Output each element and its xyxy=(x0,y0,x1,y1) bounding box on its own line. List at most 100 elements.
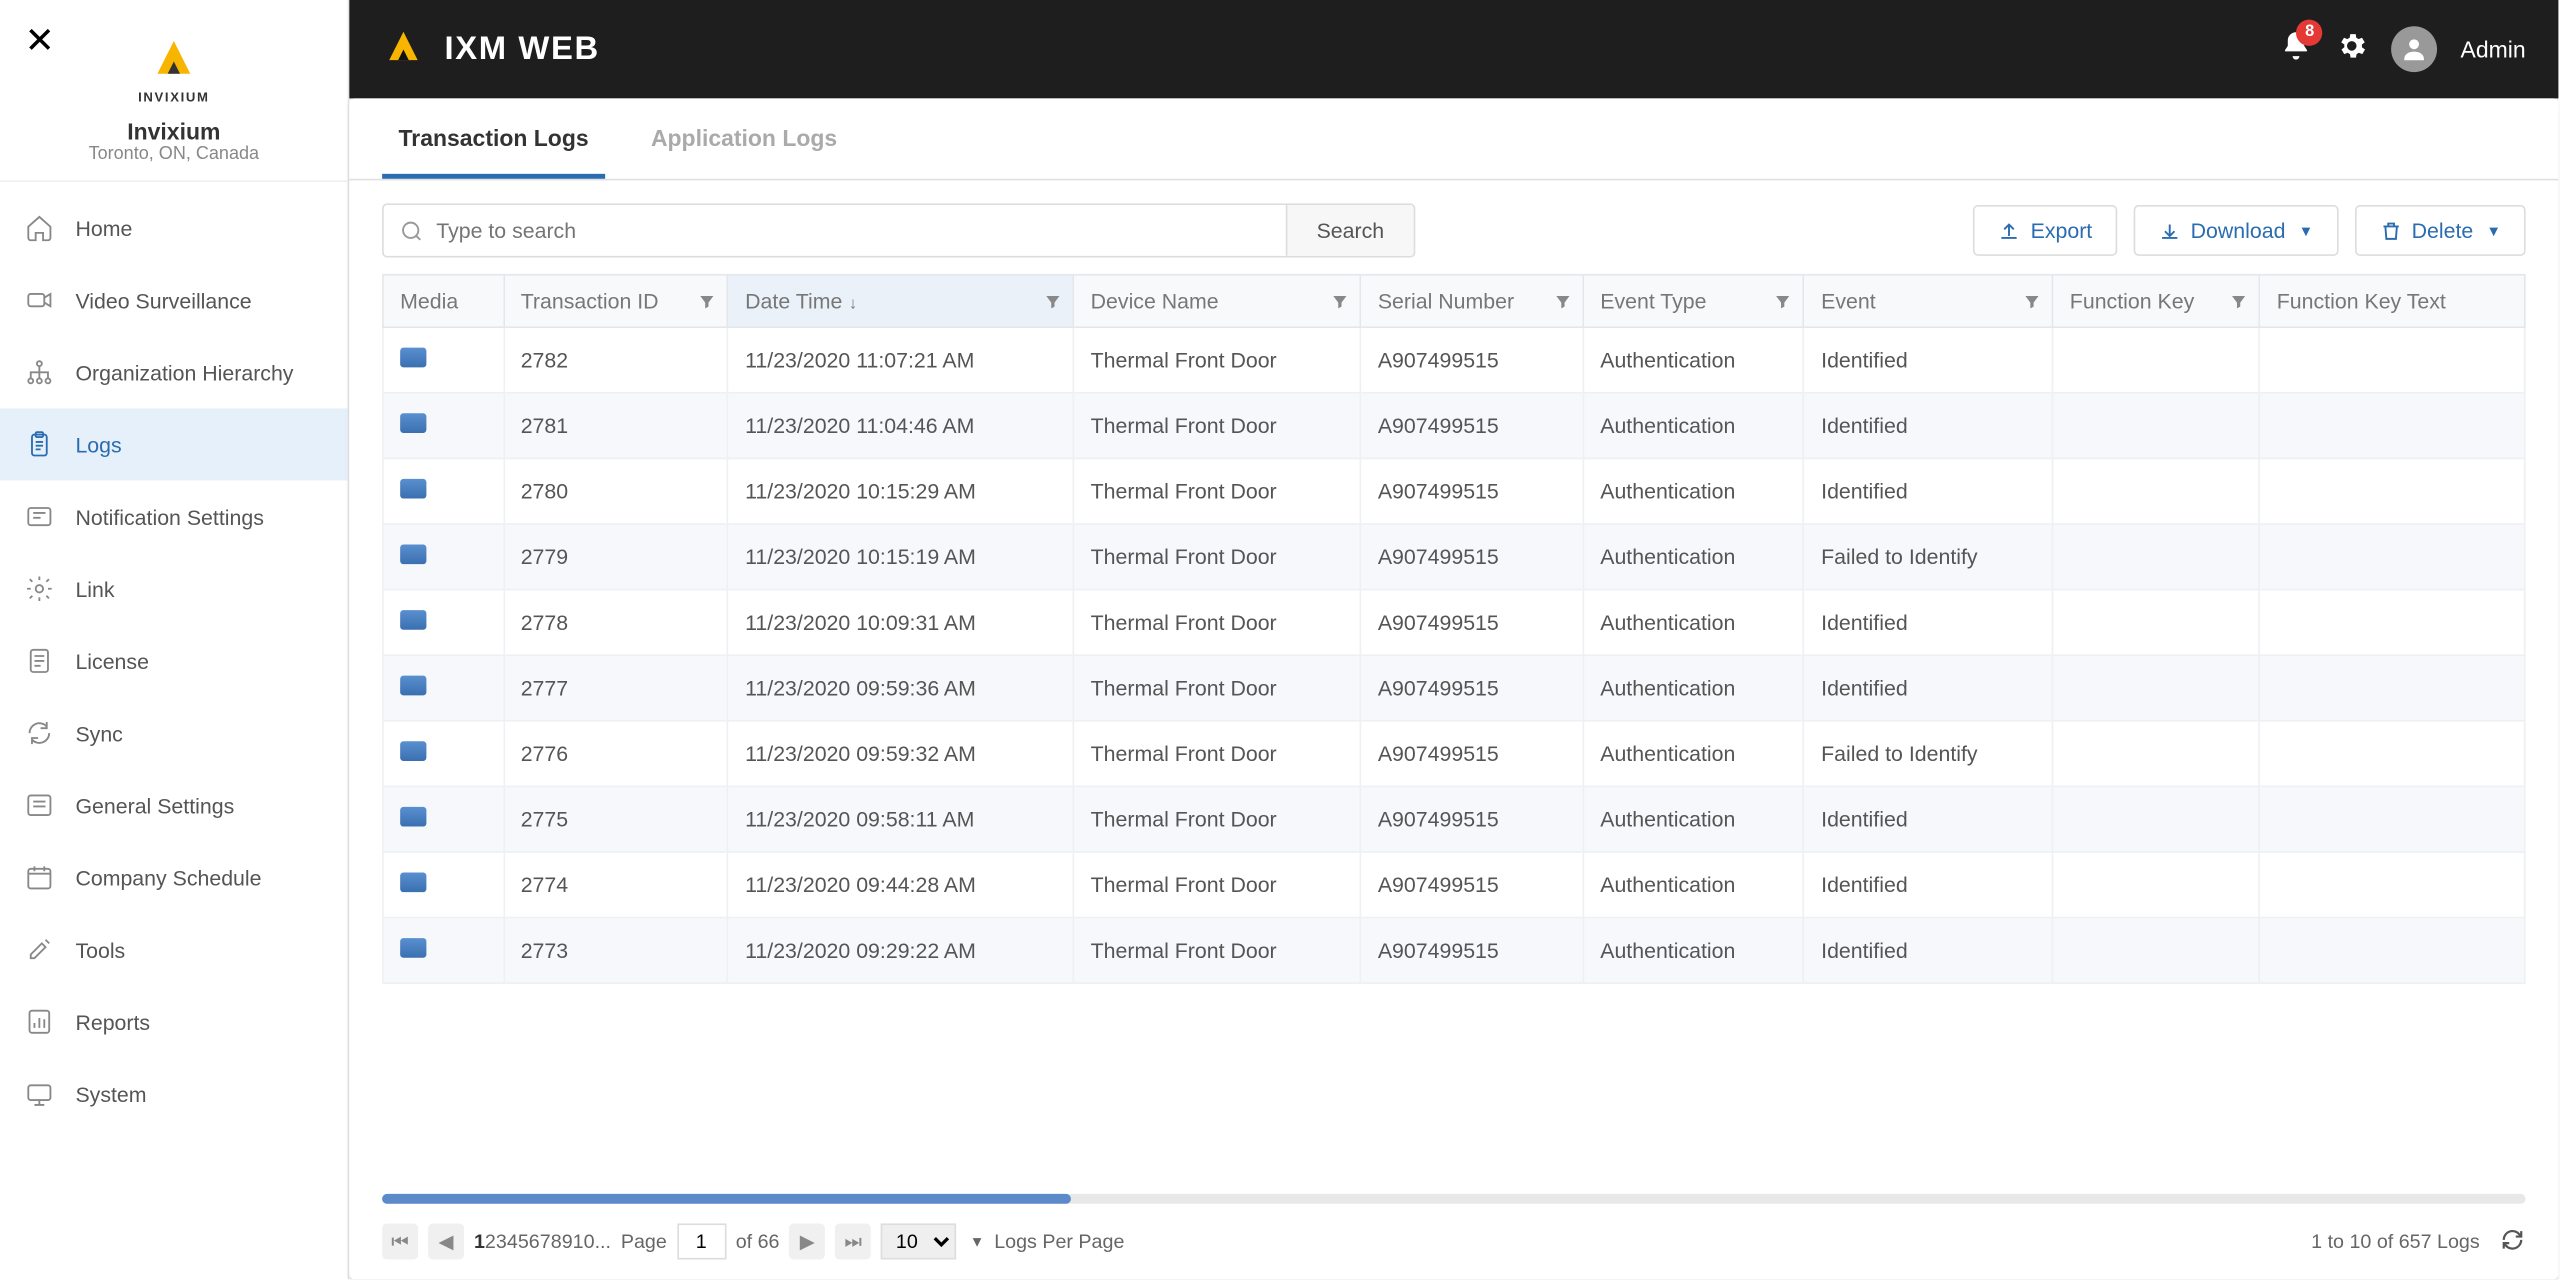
cell-event-type: Authentication xyxy=(1583,655,1804,721)
sidebar-item-license[interactable]: License xyxy=(0,625,348,697)
cell-datetime: 11/23/2020 09:59:36 AM xyxy=(728,655,1074,721)
cell-function-key xyxy=(2053,393,2260,459)
close-icon[interactable]: ✕ xyxy=(25,20,55,63)
chevron-down-icon: ▼ xyxy=(970,1233,985,1249)
cell-event-type: Authentication xyxy=(1583,852,1804,918)
camera-icon xyxy=(23,284,56,317)
table-row[interactable]: 278111/23/2020 11:04:46 AMThermal Front … xyxy=(383,393,2525,459)
cell-function-key-text xyxy=(2260,721,2525,787)
sidebar-item-label: Sync xyxy=(75,721,122,746)
search-input[interactable] xyxy=(384,205,1286,256)
settings-gear-button[interactable] xyxy=(2336,29,2369,70)
column-header-media[interactable]: Media xyxy=(383,275,504,327)
toolbar: Search Export Download ▼ Delete ▼ xyxy=(349,180,2558,273)
tab-application-logs[interactable]: Application Logs xyxy=(635,98,854,178)
delete-button[interactable]: Delete ▼ xyxy=(2354,205,2525,256)
cell-function-key xyxy=(2053,918,2260,984)
sidebar-item-label: Logs xyxy=(75,432,121,457)
sidebar-item-reports[interactable]: Reports xyxy=(0,986,348,1058)
page-number[interactable]: 3 xyxy=(496,1230,507,1253)
column-header-event[interactable]: Event xyxy=(1804,275,2053,327)
page-number[interactable]: 6 xyxy=(529,1230,540,1253)
page-number[interactable]: 10 xyxy=(573,1230,595,1253)
media-thumbnail-icon xyxy=(400,544,426,564)
column-header-function-key[interactable]: Function Key xyxy=(2053,275,2260,327)
sidebar-item-video-surveillance[interactable]: Video Surveillance xyxy=(0,264,348,336)
cell-serial-number: A907499515 xyxy=(1361,524,1583,590)
page-number[interactable]: 2 xyxy=(485,1230,496,1253)
cell-event: Failed to Identify xyxy=(1804,721,2053,787)
table-row[interactable]: 277911/23/2020 10:15:19 AMThermal Front … xyxy=(383,524,2525,590)
prev-page-button[interactable]: ◀ xyxy=(428,1223,464,1259)
media-thumbnail-icon xyxy=(400,479,426,499)
sidebar-item-company-schedule[interactable]: Company Schedule xyxy=(0,841,348,913)
logs-table: MediaTransaction IDDate Time↓Device Name… xyxy=(382,274,2525,984)
chevron-down-icon: ▼ xyxy=(2299,222,2314,238)
license-icon xyxy=(23,645,56,678)
column-header-serial-number[interactable]: Serial Number xyxy=(1361,275,1583,327)
page-number[interactable]: 1 xyxy=(474,1230,485,1253)
sidebar-item-home[interactable]: Home xyxy=(0,192,348,264)
cell-function-key xyxy=(2053,655,2260,721)
tab-transaction-logs[interactable]: Transaction Logs xyxy=(382,98,605,178)
sidebar-item-label: Video Surveillance xyxy=(75,288,251,313)
table-row[interactable]: 277411/23/2020 09:44:28 AMThermal Front … xyxy=(383,852,2525,918)
sidebar-item-notification-settings[interactable]: Notification Settings xyxy=(0,481,348,553)
page-number[interactable]: 4 xyxy=(507,1230,518,1253)
sidebar-item-sync[interactable]: Sync xyxy=(0,697,348,769)
download-button[interactable]: Download ▼ xyxy=(2133,205,2338,256)
sidebar-item-label: System xyxy=(75,1082,146,1107)
page-number[interactable]: 7 xyxy=(540,1230,551,1253)
page-size-select[interactable]: 10 xyxy=(881,1223,956,1259)
sidebar-item-general-settings[interactable]: General Settings xyxy=(0,769,348,841)
table-row[interactable]: 277611/23/2020 09:59:32 AMThermal Front … xyxy=(383,721,2525,787)
scrollbar-thumb[interactable] xyxy=(382,1194,1071,1204)
sidebar-item-logs[interactable]: Logs xyxy=(0,408,348,480)
last-page-button[interactable]: ⏭ xyxy=(835,1223,871,1259)
sidebar-item-tools[interactable]: Tools xyxy=(0,913,348,985)
table-row[interactable]: 278211/23/2020 11:07:21 AMThermal Front … xyxy=(383,327,2525,393)
refresh-button[interactable] xyxy=(2499,1226,2525,1257)
media-thumbnail-icon xyxy=(400,348,426,368)
search-wrap: Search xyxy=(382,203,1415,257)
next-page-button[interactable]: ▶ xyxy=(789,1223,825,1259)
first-page-button[interactable]: ⏮ xyxy=(382,1223,418,1259)
column-header-device-name[interactable]: Device Name xyxy=(1073,275,1360,327)
sidebar-header: ✕ INVIXIUM Invixium Toronto, ON, Canada xyxy=(0,0,348,182)
cell-event: Identified xyxy=(1804,918,2053,984)
column-header-transaction-id[interactable]: Transaction ID xyxy=(503,275,727,327)
sidebar-item-system[interactable]: System xyxy=(0,1058,348,1130)
per-page-label: Logs Per Page xyxy=(994,1230,1124,1253)
page-number[interactable]: 9 xyxy=(562,1230,573,1253)
sidebar-item-organization-hierarchy[interactable]: Organization Hierarchy xyxy=(0,336,348,408)
cell-serial-number: A907499515 xyxy=(1361,852,1583,918)
column-header-date-time[interactable]: Date Time↓ xyxy=(728,275,1074,327)
sidebar-item-link[interactable]: Link xyxy=(0,553,348,625)
search-button[interactable]: Search xyxy=(1285,205,1413,256)
column-header-event-type[interactable]: Event Type xyxy=(1583,275,1804,327)
home-icon xyxy=(23,212,56,245)
notifications-button[interactable]: 8 xyxy=(2280,29,2313,70)
cell-datetime: 11/23/2020 11:07:21 AM xyxy=(728,327,1074,393)
cell-device-name: Thermal Front Door xyxy=(1073,393,1360,459)
cell-event: Failed to Identify xyxy=(1804,524,2053,590)
page-number-input[interactable] xyxy=(677,1223,726,1259)
table-row[interactable]: 278011/23/2020 10:15:29 AMThermal Front … xyxy=(383,458,2525,524)
table-row[interactable]: 277711/23/2020 09:59:36 AMThermal Front … xyxy=(383,655,2525,721)
table-row[interactable]: 277311/23/2020 09:29:22 AMThermal Front … xyxy=(383,918,2525,984)
page-number[interactable]: 8 xyxy=(551,1230,562,1253)
user-avatar[interactable] xyxy=(2392,26,2438,72)
cell-function-key-text xyxy=(2260,786,2525,852)
cell-serial-number: A907499515 xyxy=(1361,655,1583,721)
table-row[interactable]: 277811/23/2020 10:09:31 AMThermal Front … xyxy=(383,590,2525,656)
pagination-summary: 1 to 10 of 657 Logs xyxy=(2311,1230,2480,1253)
cell-media xyxy=(383,721,504,787)
column-header-function-key-text[interactable]: Function Key Text xyxy=(2260,275,2525,327)
table-row[interactable]: 277511/23/2020 09:58:11 AMThermal Front … xyxy=(383,786,2525,852)
gear-icon xyxy=(2336,29,2369,62)
trash-icon xyxy=(2379,219,2402,242)
hierarchy-icon xyxy=(23,356,56,389)
export-button[interactable]: Export xyxy=(1973,205,2117,256)
download-label: Download xyxy=(2191,218,2286,243)
horizontal-scrollbar[interactable] xyxy=(382,1194,2525,1204)
